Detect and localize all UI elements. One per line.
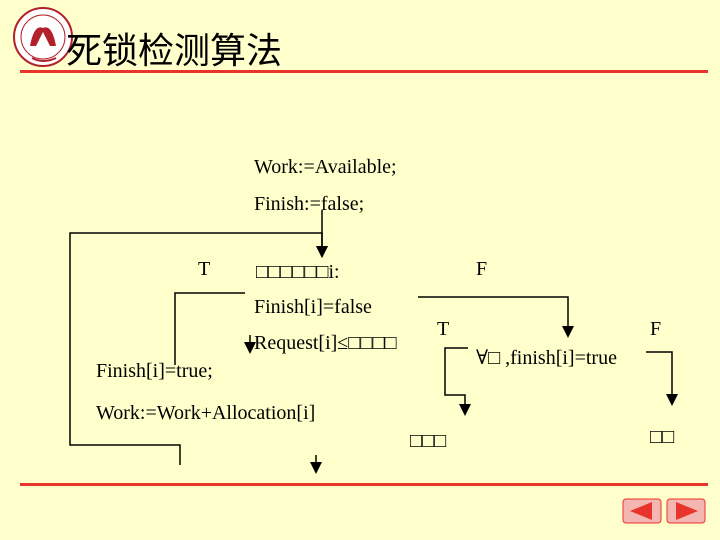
label-f-top: F	[476, 258, 488, 280]
next-slide-button[interactable]	[666, 498, 706, 524]
init-work: Work:=Available;	[254, 156, 397, 178]
prev-slide-button[interactable]	[622, 498, 662, 524]
set-finish: Finish[i]=true;	[96, 360, 213, 382]
result-yes: □□□	[410, 430, 447, 452]
label-t-mid: T	[437, 318, 450, 340]
label-f-right: F	[650, 318, 662, 340]
update-work: Work:=Work+Allocation[i]	[96, 402, 316, 424]
check-all: ∀□ ,finish[i]=true	[476, 347, 617, 369]
flowchart-connectors	[69, 210, 678, 474]
result-no: □□	[650, 426, 675, 448]
label-t-left: T	[198, 258, 211, 280]
find-line: □□□□□□i:	[256, 261, 340, 283]
init-finish: Finish:=false;	[254, 193, 365, 215]
cond-request: Request[i]≤□□□□	[254, 332, 397, 354]
cond-finish: Finish[i]=false	[254, 296, 372, 318]
footer-rule	[20, 483, 708, 486]
